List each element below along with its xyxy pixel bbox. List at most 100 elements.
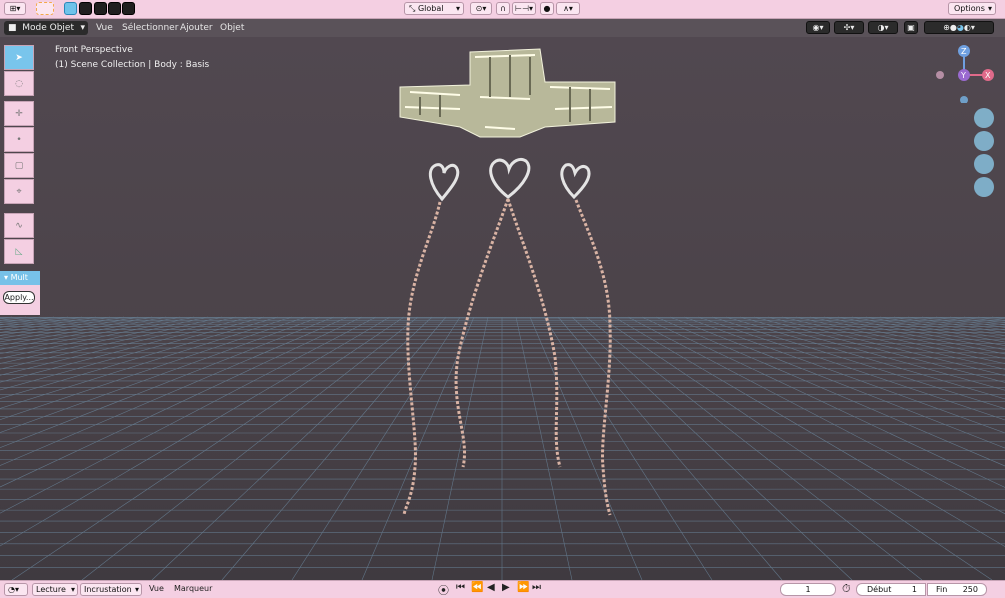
keying-menu[interactable]: Incrustation ▾ [80,583,142,596]
selection-extend-button[interactable] [79,2,92,15]
timeline-view-menu[interactable]: Vue [149,584,164,593]
select-mode-icon[interactable] [36,2,54,15]
chevron-down-icon: ▾ [134,585,139,594]
end-frame-field[interactable]: Fin 250 [927,583,987,596]
apply-button[interactable]: Apply... [3,291,35,304]
snap-toggle[interactable]: ∩ [496,2,510,15]
end-frame-value: 250 [962,585,978,594]
overlay-icon: ◑▾ [877,23,889,32]
menu-vue[interactable]: Vue [90,21,119,35]
editor-type-icon: ⊞▾ [9,4,21,13]
gizmo-icon: ✣▾ [843,23,855,32]
tool-select-box[interactable]: ➤ [4,45,34,70]
current-frame-field[interactable]: 1 [780,583,836,596]
playback-menu[interactable]: Lecture ▾ [32,583,78,596]
proportional-icon: ● [543,4,551,13]
gizmo-x-label: X [985,71,991,80]
chevron-down-icon: ▾ [970,23,975,32]
cursor-arrow-icon: ➤ [15,52,23,63]
operator-panel-title: Mult [10,273,28,282]
jump-end-icon[interactable]: ⏭ [532,582,541,593]
end-frame-label: Fin [936,585,948,594]
camera-view-icon[interactable] [974,154,994,174]
orientation-icon: ⤡ [409,3,418,13]
selection-new-button[interactable] [64,2,77,15]
record-icon[interactable]: ⦿ [438,582,449,598]
perspective-grid-icon[interactable] [974,177,994,197]
jewelry-model [399,48,616,516]
pivot-icon: ⊙▾ [475,4,487,13]
overlay-toggle[interactable]: ◑▾ [868,21,898,34]
selection-subtract-button[interactable] [94,2,107,15]
shading-rendered-icon: ◐ [963,23,971,32]
interaction-mode-label: Mode Objet [22,23,74,33]
options-dropdown[interactable]: Options ▾ [948,2,996,15]
scale-icon: ▢ [14,160,24,171]
jump-keyframe-forward-icon[interactable]: ⏩ [517,582,529,593]
selection-invert-button[interactable] [108,2,121,15]
3d-viewport[interactable]: Front Perspective (1) Scene Collection |… [0,37,1005,580]
tool-scale[interactable]: ▢ [4,153,34,178]
clock-icon: ◔▾ [8,585,19,594]
timeline-editor-type[interactable]: ◔▾ [4,583,28,596]
snap-increment-icon: ⊢⊣▾ [515,4,533,13]
object-mode-icon: ■ [8,23,20,33]
gizmo-toggle[interactable]: ✣▾ [834,21,864,34]
play-reverse-icon[interactable]: ◀ [487,582,495,593]
selection-intersect-button[interactable] [122,2,135,15]
start-frame-label: Début [867,585,892,594]
proportional-editing-toggle[interactable]: ● [540,2,554,15]
draw-curve-icon: ∿ [15,220,23,231]
gizmo-z-label: Z [961,47,967,56]
shading-buttons[interactable]: ⊕ ● ◕ ◐ ▾ [924,21,994,34]
editor-type-button[interactable]: ⊞▾ [4,2,26,15]
move-icon: • [16,134,22,145]
view-name: Front Perspective [55,45,133,55]
shading-solid-icon: ● [949,23,957,32]
options-label: Options [954,4,985,13]
operator-panel-header[interactable]: ▾ Mult [0,271,40,285]
jump-start-icon[interactable]: ⏮ [456,582,465,593]
falloff-curve-icon: ∧▾ [563,4,573,13]
visibility-button[interactable]: ◉▾ [806,21,830,34]
marker-menu[interactable]: Marqueur [174,584,212,593]
snap-type-button[interactable]: ⊢⊣▾ [512,2,536,15]
jump-keyframe-back-icon[interactable]: ⏪ [471,582,483,593]
zoom-icon[interactable] [974,108,994,128]
menu-objet[interactable]: Objet [214,21,250,35]
dashed-circle-icon: ◌ [15,78,23,89]
viewport-grid [0,48,1005,580]
collection-info: (1) Scene Collection | Body : Basis [55,60,210,70]
tool-cursor[interactable]: ✛ [4,101,34,126]
pivot-point-button[interactable]: ⊙▾ [470,2,492,15]
tool-annotate[interactable]: ∿ [4,213,34,238]
navigation-gizmo[interactable]: Z Y X [930,43,1000,103]
pan-hand-icon[interactable] [974,131,994,151]
menu-ajouter[interactable]: Ajouter [174,21,219,35]
top-toolbar: ⊞▾ ⤡ Global ▾ ⊙▾ ∩ ⊢⊣▾ ● ∧▾ Options ▾ [0,0,1005,19]
stopwatch-icon[interactable]: ⏱ [842,582,851,596]
chevron-down-icon: ▾ [987,4,992,13]
transform-orientation-label: Global [417,4,444,13]
transform-icon: ⌖ [16,186,22,197]
tool-transform[interactable]: ⌖ [4,179,34,204]
gizmo-y-label: Y [960,71,966,80]
tool-move[interactable]: • [4,127,34,152]
operator-panel: ▾ Mult Apply... [0,271,40,315]
interaction-mode-select[interactable]: ■ Mode Objet ▾ [4,21,88,35]
start-frame-field[interactable]: Début 1 [856,583,926,596]
play-icon[interactable]: ▶ [502,582,510,593]
viewport-header: ■ Mode Objet ▾ Vue Sélectionner Ajouter … [0,19,1005,37]
chevron-down-icon: ▾ [70,585,75,594]
magnet-icon: ∩ [500,4,506,13]
tool-measure[interactable]: ◺ [4,239,34,264]
tool-select-circle[interactable]: ◌ [4,71,34,96]
shading-wireframe-icon: ⊕ [943,23,950,32]
xray-toggle[interactable]: ▣ [904,21,918,34]
transform-orientation-select[interactable]: ⤡ Global ▾ [404,2,464,15]
falloff-button[interactable]: ∧▾ [556,2,580,15]
chevron-down-icon: ▾ [80,23,85,33]
ruler-icon: ◺ [15,246,23,257]
shading-material-icon: ◕ [956,23,964,32]
crosshair-icon: ✛ [15,108,23,119]
